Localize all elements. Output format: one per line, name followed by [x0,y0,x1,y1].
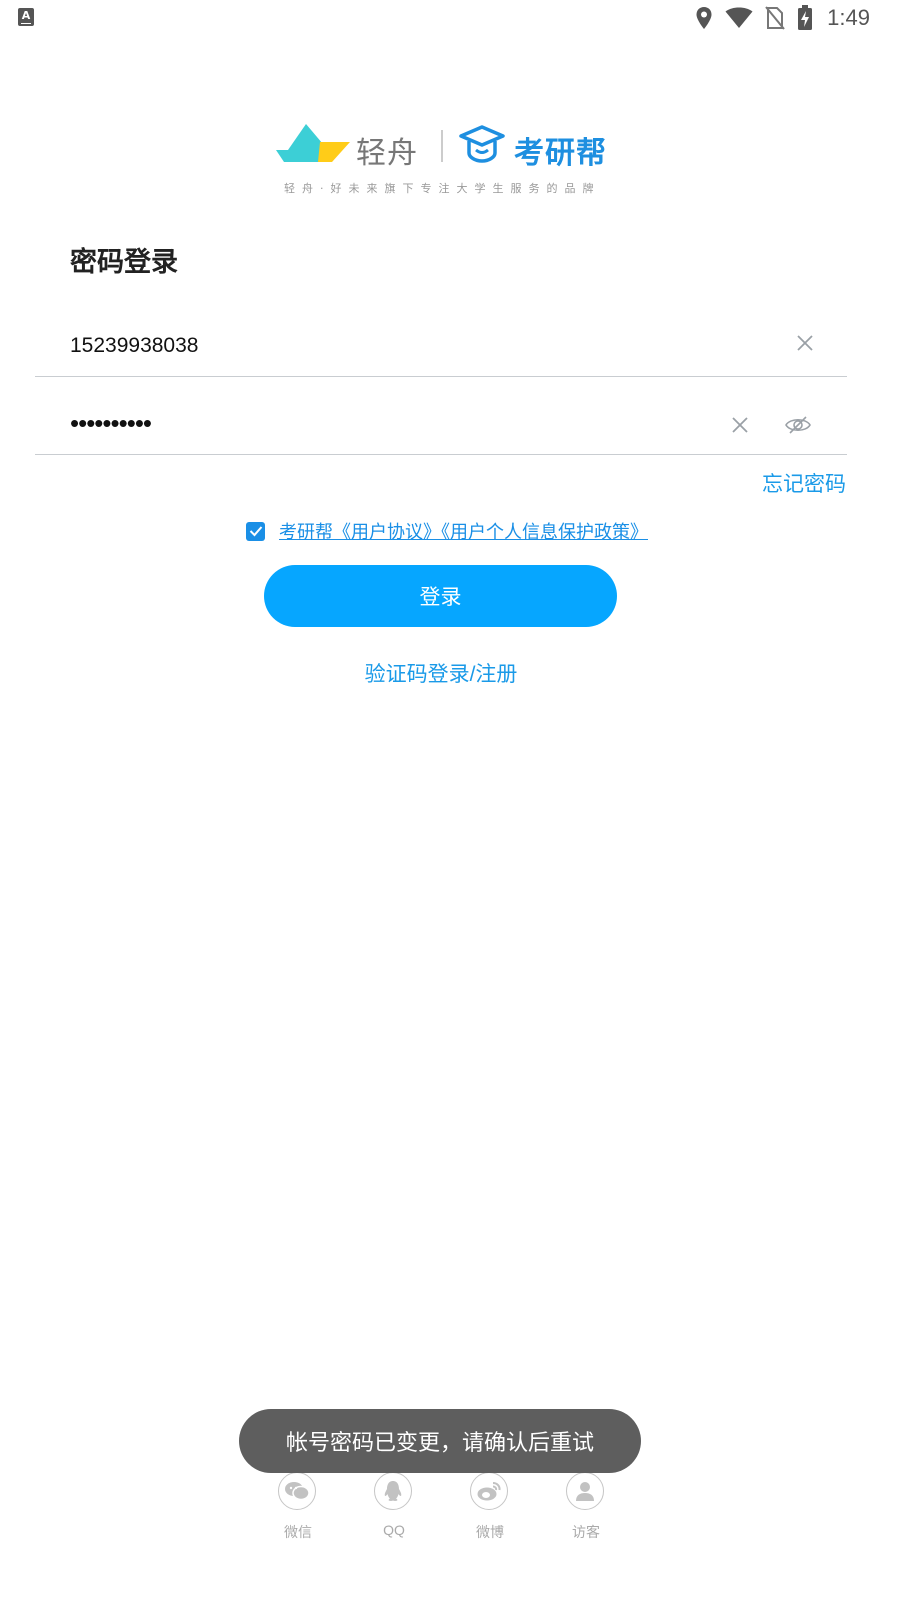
status-icons: 1:49 [695,4,870,32]
agreement-checkbox[interactable] [246,521,265,541]
guest-label: 访客 [572,1524,600,1540]
close-icon [797,335,813,351]
location-icon [696,7,712,29]
weibo-icon [470,1472,508,1510]
phone-field[interactable]: 15239938038 [35,318,847,377]
brand-logo: 轻舟 考研帮 轻舟·好未来旗下专注大学生服务的品牌 [276,118,610,198]
eye-off-icon [785,416,811,434]
guest-icon [566,1472,604,1510]
password-input-value[interactable]: •••••••••• [70,408,152,439]
weibo-label: 微博 [476,1524,504,1540]
qingzhou-logo-icon [276,124,350,162]
qq-login-button[interactable]: QQ [374,1472,414,1538]
phone-input-value[interactable]: 15239938038 [70,334,198,358]
graduation-cap-icon [459,125,505,163]
brand-name-kaoyanbang: 考研帮 [514,137,607,170]
battery-charging-icon [798,5,813,30]
clear-phone-button[interactable] [790,328,820,358]
clock: 1:49 [827,5,870,30]
agreement-row: 考研帮《用户协议》《用户个人信息保护政策》 [246,518,648,544]
sms-login-register-link[interactable]: 验证码登录/注册 [0,658,882,688]
wechat-icon [278,1472,316,1510]
wechat-label: 微信 [284,1524,312,1540]
weibo-login-button[interactable]: 微博 [470,1472,510,1540]
toast-message: 帐号密码已变更，请确认后重试 [239,1409,641,1473]
page-title: 密码登录 [70,247,178,277]
qq-icon [374,1472,412,1510]
wechat-login-button[interactable]: 微信 [278,1472,318,1540]
guest-login-button[interactable]: 访客 [566,1472,606,1540]
close-icon [732,417,748,433]
login-button[interactable]: 登录 [264,565,617,627]
toggle-password-visibility-button[interactable] [783,410,813,440]
app-notification-icon: A [18,8,34,26]
brand-divider [441,130,443,162]
no-sim-icon [765,6,785,30]
forgot-password-link[interactable]: 忘记密码 [762,468,846,498]
qq-label: QQ [383,1522,405,1538]
password-field[interactable]: •••••••••• [35,396,847,455]
brand-tagline: 轻舟·好未来旗下专注大学生服务的品牌 [284,182,601,195]
clear-password-button[interactable] [725,410,755,440]
agreement-link[interactable]: 考研帮《用户协议》《用户个人信息保护政策》 [279,518,648,544]
status-bar: A 1:49 [0,0,900,36]
brand-name-qingzhou: 轻舟 [356,137,418,170]
wifi-icon [725,7,753,28]
checkmark-icon [249,526,262,537]
